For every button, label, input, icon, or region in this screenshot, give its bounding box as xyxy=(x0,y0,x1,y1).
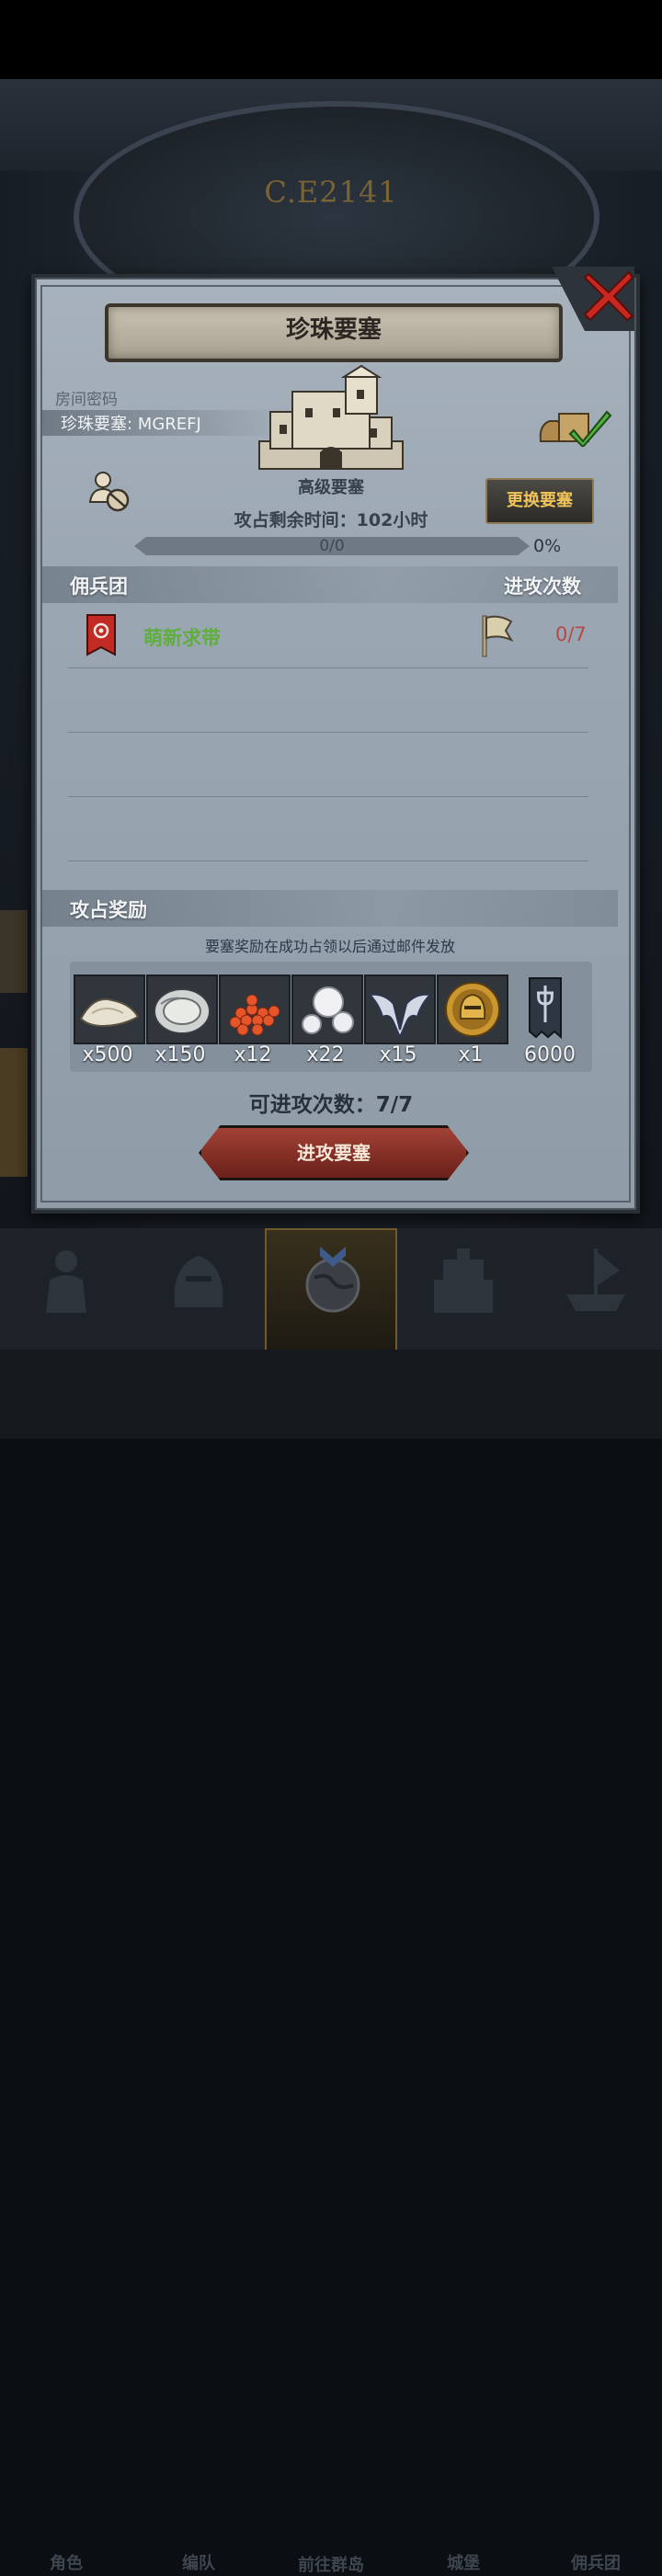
knight-icon xyxy=(46,1250,86,1313)
flag-icon xyxy=(482,615,514,657)
room-code[interactable]: 珍珠要塞: MGREFJ xyxy=(61,411,201,435)
reward-qty: x22 xyxy=(306,1043,345,1066)
caviar-icon xyxy=(229,994,280,1036)
oyster-icon xyxy=(154,988,211,1034)
status-bar xyxy=(0,0,662,79)
fortress-grade: 高级要塞 xyxy=(298,478,364,497)
reward-qty: x500 xyxy=(82,1043,133,1066)
gold-helmet-coin-icon xyxy=(445,982,500,1037)
reward-note: 要塞奖励在成功占领以后通过邮件发放 xyxy=(204,938,455,955)
nav-item-mercenary[interactable]: 佣兵团 xyxy=(530,1228,662,2573)
globe-icon xyxy=(305,1247,360,1313)
row-divider xyxy=(68,796,588,797)
reward-qty: x1 xyxy=(458,1043,484,1066)
reward-slot-caviar[interactable] xyxy=(219,975,291,1044)
change-fortress-button[interactable]: 更换要塞 xyxy=(485,478,594,524)
close-icon[interactable] xyxy=(581,268,636,324)
row-divider xyxy=(68,667,588,668)
reward-slot-oyster[interactable] xyxy=(146,975,218,1044)
nav-label: 佣兵团 xyxy=(571,2554,621,2573)
rewards-header: 攻占奖励 xyxy=(70,899,147,921)
no-member-icon xyxy=(88,472,130,512)
nav-label: 城堡 xyxy=(447,2554,480,2573)
fortress-icon xyxy=(258,364,404,470)
nav-label: 前往群岛 xyxy=(298,2556,364,2575)
nav-item-formation[interactable]: 编队 xyxy=(132,1228,265,2573)
mercenary-header: 佣兵团 xyxy=(70,576,128,598)
helmet-icon xyxy=(174,1256,223,1307)
flour-pile-icon xyxy=(79,998,140,1028)
nav-item-islands[interactable]: 前往群岛 xyxy=(265,1228,397,2575)
bottom-safe-area xyxy=(0,1350,662,1439)
reward-slot-wings[interactable] xyxy=(364,975,436,1044)
supplies-claimed-icon[interactable] xyxy=(537,403,612,447)
guild-banner-icon xyxy=(529,977,562,1040)
year-label: C.E2141 xyxy=(264,175,398,210)
reward-qty: x15 xyxy=(379,1043,417,1066)
reward-qty: 6000 xyxy=(524,1043,576,1066)
reward-qty: x12 xyxy=(234,1043,272,1066)
side-decoration xyxy=(0,910,28,993)
attack-fortress-button[interactable]: 进攻要塞 xyxy=(199,1125,469,1180)
nav-item-castle[interactable]: 城堡 xyxy=(397,1228,530,2573)
nav-item-character[interactable]: 角色 xyxy=(0,1228,132,2573)
guild-badge-icon xyxy=(86,614,116,656)
progress-percent: 0% xyxy=(533,536,562,556)
reward-qty: x150 xyxy=(154,1043,206,1066)
nav-label: 角色 xyxy=(50,2554,83,2573)
guild-name[interactable]: 萌新求带 xyxy=(143,623,221,651)
progress-count: 0/0 xyxy=(319,537,345,555)
reward-slot-helmet-coin[interactable] xyxy=(437,975,508,1044)
side-decoration xyxy=(0,1048,28,1177)
reward-slot-flour[interactable] xyxy=(74,975,145,1044)
reward-slot-banner[interactable] xyxy=(509,975,581,1044)
attempts-header: 进攻次数 xyxy=(504,576,581,598)
dialog-title: 珍珠要塞 xyxy=(285,316,382,344)
ship-icon xyxy=(566,1248,625,1311)
time-remaining: 攻占剩余时间：102小时 xyxy=(234,510,428,530)
reward-slot-pearls[interactable] xyxy=(291,975,363,1044)
silver-wings-icon xyxy=(367,993,433,1040)
pearls-icon xyxy=(302,986,354,1034)
castle-icon xyxy=(434,1248,493,1313)
row-divider xyxy=(68,732,588,733)
nav-label: 编队 xyxy=(182,2554,215,2573)
guild-attempts: 0/7 xyxy=(555,623,587,645)
room-password-label: 房间密码 xyxy=(55,391,118,409)
attack-count: 可进攻次数：7/7 xyxy=(248,1093,414,1117)
